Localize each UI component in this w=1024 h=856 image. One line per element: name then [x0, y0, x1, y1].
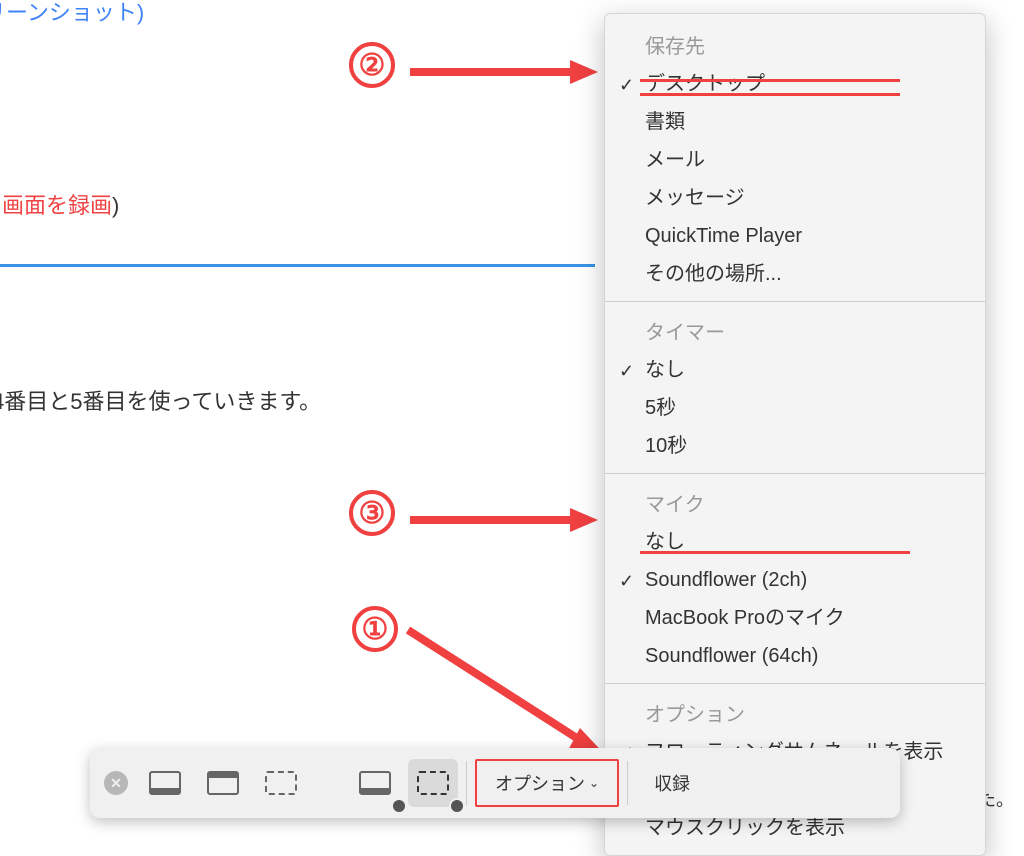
arrow-icon [410, 56, 600, 88]
annotation-underline [640, 93, 900, 96]
record-dot-icon [391, 798, 407, 814]
menu-item-mic-soundflower-2ch[interactable]: ✓ Soundflower (2ch) [605, 561, 985, 599]
record-entire-screen-button[interactable] [350, 759, 400, 807]
record-selection-icon [417, 771, 449, 795]
annotation-number-2: ② [349, 42, 395, 88]
menu-item-mic-macbookpro[interactable]: MacBook Proのマイク [605, 599, 985, 637]
menu-item-mail[interactable]: メール [605, 141, 985, 179]
menu-section-save: 保存先 [605, 24, 985, 65]
menu-item-documents[interactable]: 書類 [605, 103, 985, 141]
menu-item-other-location[interactable]: その他の場所... [605, 255, 985, 293]
menu-item-quicktime[interactable]: QuickTime Player [605, 217, 985, 255]
record-full-icon [359, 771, 391, 795]
divider-line [0, 264, 595, 267]
annotation-number-3: ③ [349, 490, 395, 536]
menu-section-timer: タイマー [605, 310, 985, 351]
menu-section-options: オプション [605, 692, 985, 733]
menu-item-timer-5s[interactable]: 5秒 [605, 389, 985, 427]
menu-item-messages[interactable]: メッセージ [605, 179, 985, 217]
close-icon[interactable]: ✕ [104, 771, 128, 795]
menu-separator [605, 473, 985, 474]
menu-item-desktop[interactable]: ✓ デスクトップ [605, 65, 985, 103]
screen-full-icon [149, 771, 181, 795]
arrow-icon [410, 504, 600, 536]
options-menu: 保存先 ✓ デスクトップ 書類 メール メッセージ QuickTime Play… [604, 13, 986, 856]
options-button[interactable]: オプション ⌄ [475, 759, 619, 807]
chevron-down-icon: ⌄ [589, 776, 599, 790]
record-dot-icon [449, 798, 465, 814]
checkmark-icon: ✓ [619, 72, 634, 99]
options-button-label: オプション [495, 770, 585, 796]
bg-article-text: に画面を録画) [0, 188, 119, 220]
bg-article-text: クリーンショット) [0, 0, 144, 27]
menu-separator [605, 301, 985, 302]
record-button[interactable]: 収録 [636, 759, 708, 807]
screenshot-toolbar: ✕ オプション ⌄ 収録 [90, 748, 900, 818]
menu-item-mic-soundflower-64ch[interactable]: Soundflower (64ch) [605, 637, 985, 675]
window-icon [207, 771, 239, 795]
menu-separator [605, 683, 985, 684]
menu-section-mic: マイク [605, 482, 985, 523]
capture-selection-button[interactable] [256, 759, 306, 807]
toolbar-separator [466, 761, 467, 805]
selection-icon [265, 771, 297, 795]
record-button-label: 収録 [654, 770, 690, 796]
record-selection-button[interactable] [408, 759, 458, 807]
toolbar-separator [627, 761, 628, 805]
capture-entire-screen-button[interactable] [140, 759, 190, 807]
bg-article-text: ら4番目と5番目を使っていきます。 [0, 384, 321, 416]
menu-item-timer-none[interactable]: ✓ なし [605, 351, 985, 389]
arrow-icon [388, 610, 618, 770]
capture-window-button[interactable] [198, 759, 248, 807]
checkmark-icon: ✓ [619, 568, 634, 595]
annotation-underline [640, 551, 910, 554]
checkmark-icon: ✓ [619, 358, 634, 385]
menu-item-mic-none[interactable]: なし [605, 523, 985, 561]
menu-item-timer-10s[interactable]: 10秒 [605, 427, 985, 465]
